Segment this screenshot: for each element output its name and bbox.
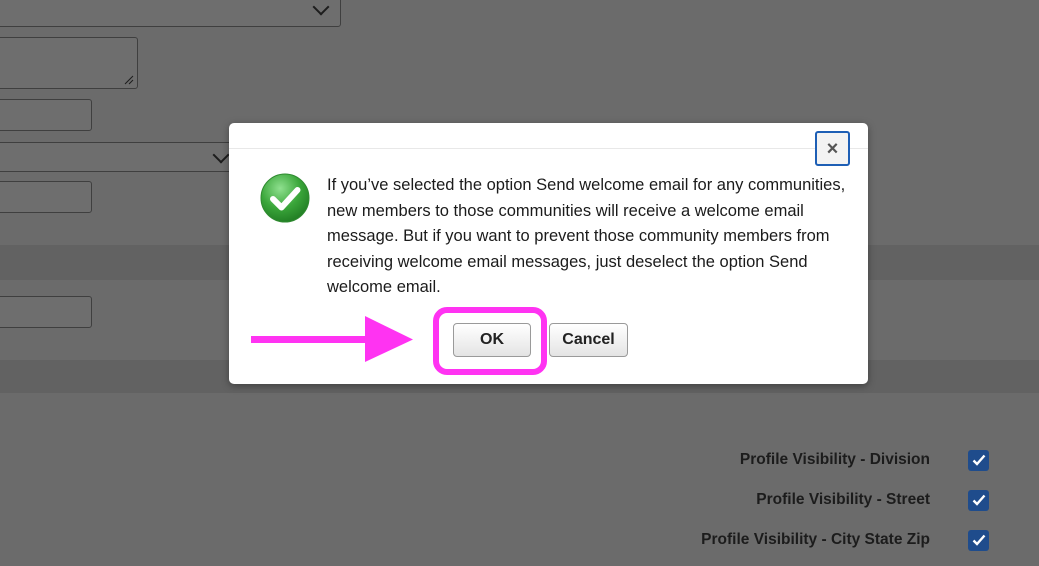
checkmark-icon	[972, 534, 985, 546]
visibility-checkbox[interactable]	[968, 449, 989, 471]
visibility-row-street: Profile Visibility - Street	[756, 487, 1039, 513]
background-input[interactable]	[0, 99, 92, 131]
resize-grip-icon	[124, 75, 134, 85]
background-select[interactable]	[0, 142, 234, 172]
arrow-right-icon	[251, 316, 413, 362]
checkmark-icon	[972, 494, 985, 506]
close-icon: ×	[826, 137, 839, 160]
background-select[interactable]	[0, 0, 341, 27]
dialog-header-divider	[229, 148, 868, 149]
visibility-label: Profile Visibility - Division	[739, 451, 930, 468]
background-input[interactable]	[0, 296, 92, 328]
visibility-row-city-state-zip: Profile Visibility - City State Zip	[701, 527, 1039, 553]
chevron-down-icon	[212, 146, 230, 164]
visibility-label: Profile Visibility - City State Zip	[701, 531, 930, 548]
checkmark-icon	[972, 454, 985, 466]
close-button[interactable]: ×	[815, 131, 850, 166]
visibility-checkbox[interactable]	[968, 489, 989, 511]
background-input[interactable]	[0, 181, 92, 213]
dialog-message: If you’ve selected the option Send welco…	[327, 176, 846, 296]
background-textarea[interactable]	[0, 37, 138, 89]
chevron-down-icon	[312, 0, 330, 16]
check-circle-icon	[260, 173, 310, 223]
cancel-button[interactable]: Cancel	[549, 323, 628, 357]
visibility-checkbox[interactable]	[968, 529, 989, 551]
visibility-row-division: Profile Visibility - Division	[740, 447, 1039, 473]
visibility-label: Profile Visibility - Street	[756, 491, 930, 508]
ok-highlight-annotation	[433, 307, 547, 375]
